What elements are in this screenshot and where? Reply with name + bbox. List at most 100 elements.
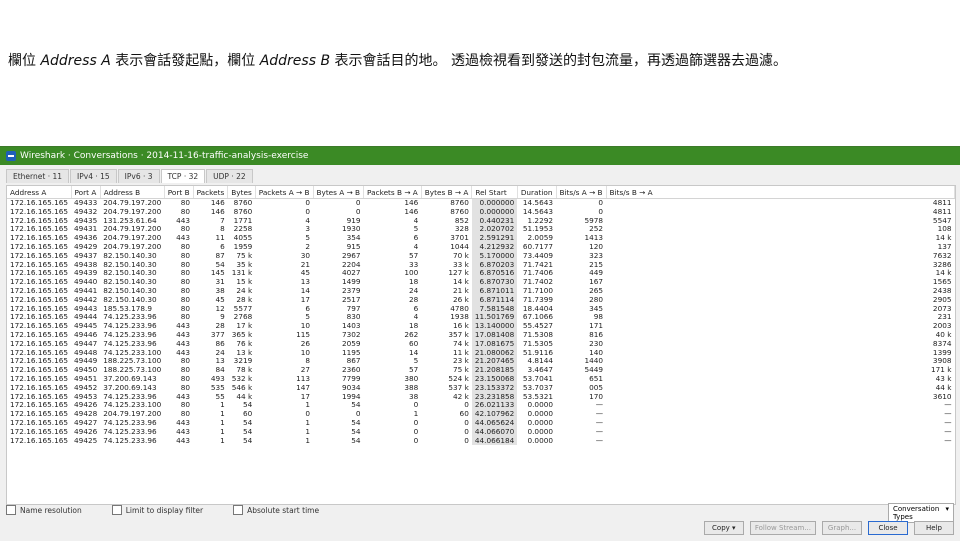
table-cell: 8 bbox=[220, 225, 225, 234]
table-cell: 54 bbox=[242, 418, 253, 427]
table-cell: 6.870730 bbox=[471, 278, 518, 287]
tab-udp[interactable]: UDP · 22 bbox=[206, 169, 253, 183]
table-row[interactable]: 172.16.165.165 49442 82.150.140.30 80 45 28 k… bbox=[7, 295, 955, 305]
table-row[interactable]: 172.16.165.165 49453 74.125.233.96 443 55 44 … bbox=[7, 392, 955, 402]
table-row[interactable]: 172.16.165.165 49433 204.79.197.200 80 146 87… bbox=[7, 198, 955, 208]
table-cell: 380 bbox=[404, 374, 419, 383]
column-header[interactable]: Packets B → A bbox=[363, 186, 422, 199]
table-cell: 3286 bbox=[932, 260, 952, 269]
table-cell: 4.8144 bbox=[527, 357, 554, 366]
table-cell: 172.16.165.165 bbox=[10, 410, 69, 419]
table-row[interactable]: 172.16.165.165 49452 37.200.69.143 80 535 546… bbox=[7, 383, 955, 393]
help-button[interactable]: Help bbox=[914, 521, 954, 535]
table-cell: 49446 bbox=[74, 330, 98, 339]
tab-ipv6[interactable]: IPv6 · 3 bbox=[117, 169, 160, 183]
table-row[interactable]: 172.16.165.165 49445 74.125.233.96 443 28 17 … bbox=[7, 322, 955, 331]
table-cell: 100 bbox=[404, 269, 419, 278]
column-header[interactable]: Address A bbox=[7, 186, 72, 199]
table-cell: 4055 bbox=[233, 234, 253, 243]
table-cell: — bbox=[595, 418, 604, 427]
table-cell: 80 bbox=[180, 207, 191, 216]
table-cell: — bbox=[944, 427, 952, 436]
table-cell: 449 bbox=[589, 269, 604, 278]
table-cell: 84 bbox=[215, 366, 225, 375]
table-row[interactable]: 172.16.165.165 49436 204.79.197.200 443 11 40… bbox=[7, 234, 955, 243]
column-header[interactable]: Bits/s B → A bbox=[606, 186, 955, 199]
table-row[interactable]: 172.16.165.165 49440 82.150.140.30 80 31 15 k… bbox=[7, 278, 955, 287]
table-row[interactable]: 172.16.165.165 49437 82.150.140.30 80 87 75 k… bbox=[7, 251, 955, 261]
table-row[interactable]: 172.16.165.165 49449 188.225.73.100 80 13 321… bbox=[7, 357, 955, 367]
copy-button[interactable]: Copy ▾ bbox=[703, 521, 744, 535]
copy-label: Copy bbox=[712, 524, 730, 532]
table-cell: 49453 bbox=[74, 392, 98, 401]
table-row[interactable]: 172.16.165.165 49431 204.79.197.200 80 8 2258… bbox=[7, 225, 955, 235]
table-cell: 42 k bbox=[453, 392, 469, 401]
table-row[interactable]: 172.16.165.165 49428 204.79.197.200 80 1 60 0 0… bbox=[7, 410, 955, 419]
option-checkbox[interactable]: Limit to display filter bbox=[111, 505, 203, 515]
table-row[interactable]: 172.16.165.165 49435 131.253.61.64 443 7 1771… bbox=[7, 216, 955, 226]
table-row[interactable]: 172.16.165.165 49439 82.150.140.30 80 145 131… bbox=[7, 269, 955, 279]
table-row[interactable]: 172.16.165.165 49427 74.125.233.96 443 1 54 1 5… bbox=[7, 418, 955, 428]
column-header[interactable]: Address B bbox=[100, 186, 165, 199]
table-row[interactable]: 172.16.165.165 49432 204.79.197.200 80 146 87… bbox=[7, 207, 955, 217]
table-cell: 49444 bbox=[74, 313, 98, 322]
table-row[interactable]: 172.16.165.165 49425 74.125.233.96 443 1 54 1 5… bbox=[7, 436, 955, 446]
column-header[interactable]: Bits/s A → B bbox=[556, 186, 607, 199]
tab-tcp[interactable]: TCP · 32 bbox=[160, 169, 206, 183]
table-cell: 188.225.73.100 bbox=[103, 366, 162, 375]
table-row[interactable]: 172.16.165.165 49426 74.125.233.96 443 1 54 1 5… bbox=[7, 427, 955, 437]
option-checkbox[interactable]: Absolute start time bbox=[233, 505, 319, 515]
table-row[interactable]: 172.16.165.165 49448 74.125.233.100 443 24 13… bbox=[7, 348, 955, 358]
column-header[interactable]: Bytes bbox=[227, 186, 256, 199]
option-checkbox[interactable]: Name resolution bbox=[6, 505, 82, 515]
column-header[interactable]: Bytes A → B bbox=[313, 186, 365, 199]
checkbox-box[interactable] bbox=[111, 505, 122, 515]
table-cell: 651 bbox=[589, 374, 604, 383]
table-row[interactable]: 172.16.165.165 49426 74.125.233.100 80 1 54 1 5… bbox=[7, 401, 955, 411]
table-cell: 8374 bbox=[932, 339, 952, 348]
checkbox-box[interactable] bbox=[6, 505, 16, 515]
table-cell: 49440 bbox=[74, 278, 98, 287]
table-cell: 57 bbox=[409, 251, 419, 260]
table-cell: 280 bbox=[589, 295, 604, 304]
table-cell: 54 bbox=[242, 427, 253, 436]
tab-ethernet[interactable]: Ethernet · 11 bbox=[6, 169, 70, 183]
checkbox-box[interactable] bbox=[233, 505, 244, 515]
table-cell: 6 bbox=[413, 304, 419, 313]
column-header[interactable]: Duration bbox=[517, 186, 557, 199]
table-row[interactable]: 172.16.165.165 49438 82.150.140.30 80 54 35 k… bbox=[7, 260, 955, 270]
table-cell: 76 k bbox=[236, 339, 253, 348]
table-row[interactable]: 172.16.165.165 49446 74.125.233.96 443 377 36… bbox=[7, 330, 955, 340]
table-row[interactable]: 172.16.165.165 49429 204.79.197.200 80 6 1959… bbox=[7, 242, 955, 252]
conversation-types-dropdown[interactable]: Conversation Types ▾ bbox=[888, 503, 954, 523]
table-row[interactable]: 172.16.165.165 49447 74.125.233.96 443 86 76 … bbox=[7, 339, 955, 349]
table-cell: 172.16.165.165 bbox=[10, 304, 69, 313]
graph-button[interactable]: Graph... bbox=[822, 521, 862, 535]
column-header[interactable]: Port A bbox=[71, 186, 101, 199]
column-header[interactable]: Rel Start bbox=[471, 186, 518, 199]
table-cell: 49435 bbox=[74, 216, 98, 225]
column-header[interactable]: Port B bbox=[164, 186, 194, 199]
follow-stream-button[interactable]: Follow Stream... bbox=[749, 521, 816, 535]
window-titlebar[interactable]: Wireshark · Conversations · 2014-11-16-t… bbox=[0, 147, 960, 165]
tab-ipv4[interactable]: IPv4 · 15 bbox=[70, 169, 117, 183]
table-cell: 140 bbox=[589, 348, 604, 357]
column-header[interactable]: Packets bbox=[193, 186, 229, 199]
table-cell: 0 bbox=[413, 418, 419, 427]
table-cell: 443 bbox=[176, 348, 191, 357]
column-header[interactable]: Bytes B → A bbox=[421, 186, 473, 199]
table-cell: 13 bbox=[300, 278, 310, 287]
table-cell: 127 k bbox=[448, 269, 469, 278]
table-row[interactable]: 172.16.165.165 49441 82.150.140.30 80 38 24 k… bbox=[7, 286, 955, 296]
table-row[interactable]: 172.16.165.165 49450 188.225.73.100 80 84 78 … bbox=[7, 366, 955, 375]
table-row[interactable]: 172.16.165.165 49444 74.125.233.96 80 9 2768 5… bbox=[7, 313, 955, 323]
table-cell: 37.200.69.143 bbox=[103, 383, 157, 392]
conversation-table: Address A Port A Address B Port B Packets Byt… bbox=[6, 185, 956, 505]
table-row[interactable]: 172.16.165.165 49451 37.200.69.143 80 493 532… bbox=[7, 374, 955, 384]
table-row[interactable]: 172.16.165.165 49443 185.53.178.9 80 12 5577 6… bbox=[7, 304, 955, 314]
table-cell: — bbox=[944, 418, 952, 427]
table-cell: 70 k bbox=[453, 251, 469, 260]
close-button[interactable]: Close bbox=[868, 521, 908, 535]
column-header[interactable]: Packets A → B bbox=[255, 186, 314, 199]
table-cell: 53.7041 bbox=[522, 374, 554, 383]
